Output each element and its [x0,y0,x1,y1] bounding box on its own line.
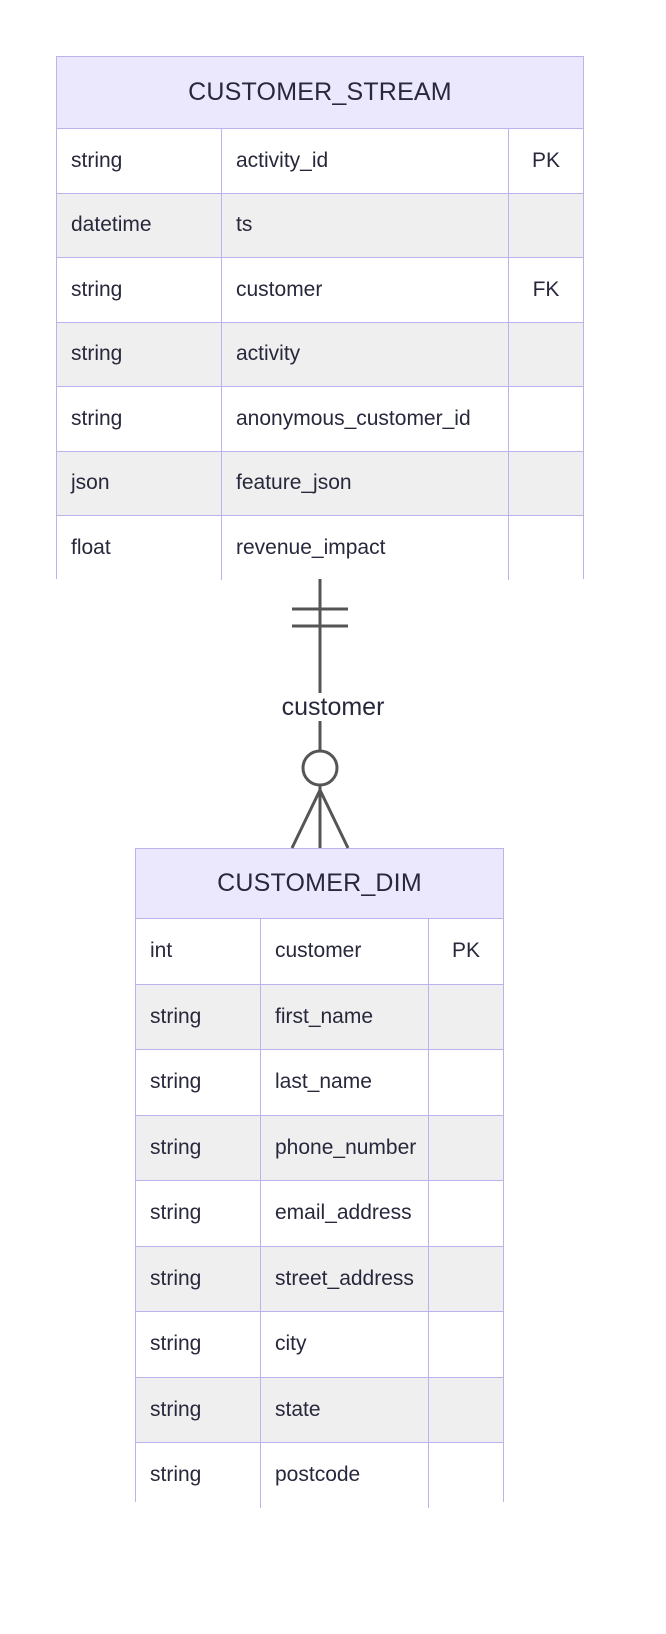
relationship-label-text: customer [273,693,393,721]
attribute-key: PK [428,919,503,985]
relationship-label: customer [0,693,666,722]
attribute-type: string [57,129,222,194]
attribute-name: phone_number [260,1114,429,1181]
entity-customer-stream-attributes: string activity_id PK datetime ts string… [57,129,583,580]
attribute-type: string [136,1180,261,1247]
attribute-type: string [57,321,222,387]
attribute-name: revenue_impact [221,515,509,580]
attribute-type: string [136,1245,261,1312]
attribute-name: last_name [260,1049,429,1116]
attribute-name: customer [221,257,509,323]
table-row: string postcode [136,1442,503,1508]
attribute-key [508,450,583,516]
entity-customer-dim-title: CUSTOMER_DIM [136,849,503,919]
attribute-type: string [136,983,261,1050]
entity-customer-dim-attributes: int customer PK string first_name string… [136,919,503,1508]
attribute-name: activity_id [221,129,509,194]
attribute-name: activity [221,321,509,387]
cardinality-many-crowsfoot-right-icon [318,789,350,849]
cardinality-zero-circle-icon [301,749,339,787]
attribute-key [428,983,503,1050]
attribute-key [428,1245,503,1312]
cardinality-many-crowsfoot-left-icon [290,789,322,849]
table-row: datetime ts [57,192,583,258]
table-row: json feature_json [57,450,583,516]
table-row: string activity_id PK [57,129,583,194]
attribute-type: string [136,1311,261,1378]
attribute-type: string [136,1114,261,1181]
attribute-type: string [136,1049,261,1116]
attribute-type: int [136,919,261,985]
attribute-name: state [260,1376,429,1443]
table-row: string activity [57,321,583,387]
table-row: string city [136,1311,503,1378]
attribute-key: PK [508,129,583,194]
entity-customer-dim[interactable]: CUSTOMER_DIM int customer PK string firs… [135,848,504,1508]
table-row: string phone_number [136,1114,503,1181]
attribute-type: float [57,515,222,580]
er-diagram-canvas: CUSTOMER_STREAM string activity_id PK da… [0,0,666,1634]
entity-customer-stream-title: CUSTOMER_STREAM [57,57,583,129]
attribute-key [428,1311,503,1378]
attribute-key [428,1114,503,1181]
attribute-type: string [57,386,222,452]
attribute-name: ts [221,192,509,258]
attribute-type: json [57,450,222,516]
attribute-name: email_address [260,1180,429,1247]
attribute-key [508,515,583,580]
attribute-name: street_address [260,1245,429,1312]
table-row: float revenue_impact [57,515,583,580]
attribute-type: string [136,1442,261,1508]
attribute-key [428,1442,503,1508]
attribute-key [508,192,583,258]
attribute-type: string [136,1376,261,1443]
table-row: string state [136,1376,503,1443]
attribute-name: customer [260,919,429,985]
entity-customer-stream[interactable]: CUSTOMER_STREAM string activity_id PK da… [56,56,584,580]
attribute-name: city [260,1311,429,1378]
table-row: string street_address [136,1245,503,1312]
attribute-name: feature_json [221,450,509,516]
attribute-key: FK [508,257,583,323]
table-row: string email_address [136,1180,503,1247]
table-row: string anonymous_customer_id [57,386,583,452]
attribute-name: anonymous_customer_id [221,386,509,452]
attribute-key [508,386,583,452]
table-row: string last_name [136,1049,503,1116]
attribute-name: first_name [260,983,429,1050]
table-row: string first_name [136,983,503,1050]
attribute-key [428,1376,503,1443]
table-row: int customer PK [136,919,503,985]
attribute-name: postcode [260,1442,429,1508]
attribute-key [428,1180,503,1247]
attribute-type: datetime [57,192,222,258]
attribute-type: string [57,257,222,323]
attribute-key [428,1049,503,1116]
table-row: string customer FK [57,257,583,323]
attribute-key [508,321,583,387]
